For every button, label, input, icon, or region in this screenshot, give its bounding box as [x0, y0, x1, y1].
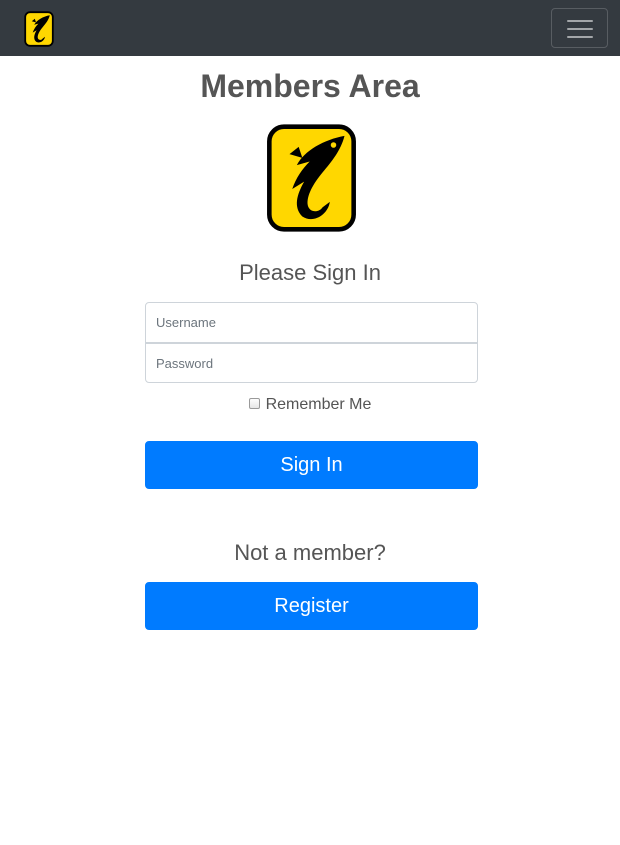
signin-heading: Please Sign In	[239, 260, 381, 285]
register-button[interactable]: Register	[145, 582, 478, 630]
username-input[interactable]	[145, 302, 478, 343]
sign-in-button[interactable]: Sign In	[145, 441, 478, 489]
password-input[interactable]	[145, 343, 478, 383]
remember-me-label[interactable]: Remember Me	[266, 396, 372, 413]
remember-me-row: Remember Me	[0, 395, 620, 415]
navbar-toggle-button[interactable]	[551, 8, 608, 48]
not-member-heading: Not a member?	[234, 540, 386, 565]
brand-logo-icon[interactable]	[24, 11, 54, 47]
top-navbar	[0, 0, 620, 56]
remember-me-checkbox[interactable]	[248, 398, 260, 409]
fish-hook-logo-icon	[267, 124, 356, 232]
page-title: Members Area	[200, 68, 420, 104]
